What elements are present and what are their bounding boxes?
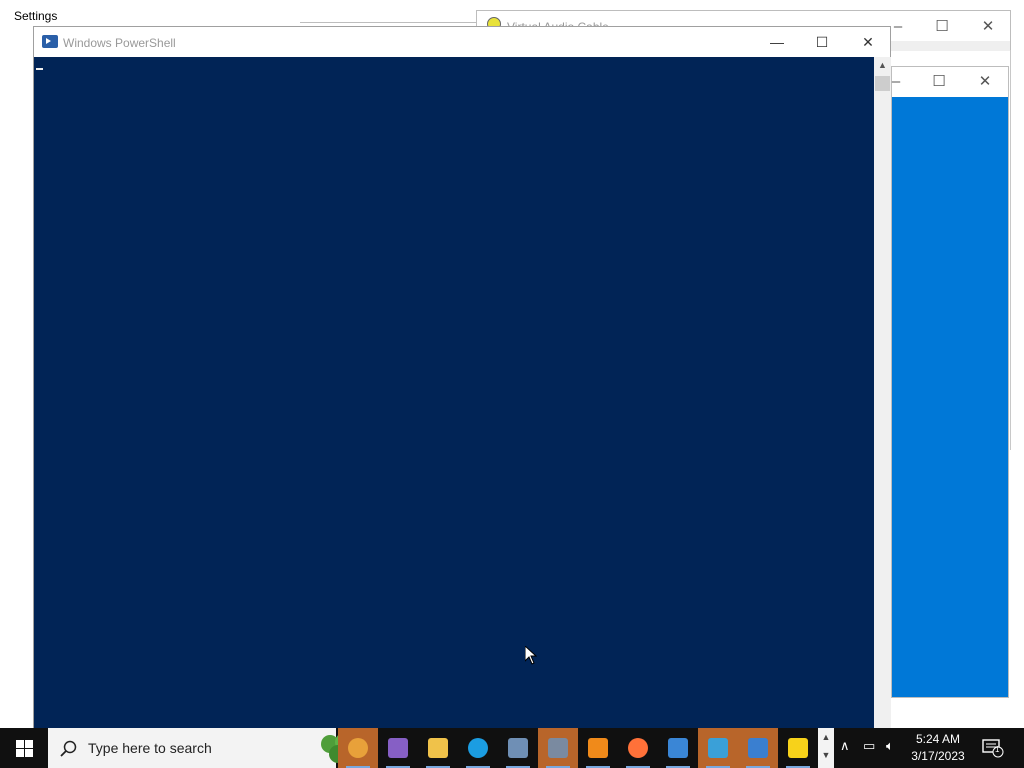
settings-border: [1010, 30, 1011, 450]
taskbar-app-visual-studio[interactable]: [378, 728, 418, 768]
chrome-icon: [348, 738, 368, 758]
store-icon: [668, 738, 688, 758]
blue-window-content: [892, 97, 1008, 697]
search-icon: [60, 740, 77, 757]
scroll-up-arrow-icon[interactable]: ▲: [874, 57, 891, 74]
powershell-title: Windows PowerShell: [63, 36, 176, 50]
visual-studio-icon: [388, 738, 408, 758]
taskbar-app-people[interactable]: [698, 728, 738, 768]
edge-icon: [468, 738, 488, 758]
clock-time: 5:24 AM: [915, 732, 961, 746]
taskbar-app-photos[interactable]: [738, 728, 778, 768]
start-button[interactable]: [0, 728, 48, 768]
sticky-notes-icon: [788, 738, 808, 758]
taskbar-app-file-explorer[interactable]: [418, 728, 458, 768]
powershell-maximize-button[interactable]: ☐: [799, 30, 845, 54]
settings-title: Settings: [14, 9, 58, 23]
blue-window-close-button[interactable]: ✕: [963, 70, 1007, 94]
firefox-icon: [628, 738, 648, 758]
scroll-thumb[interactable]: [875, 76, 890, 91]
window-frame-edge: [300, 22, 480, 23]
console-cursor: [36, 68, 43, 70]
camera-icon: [548, 738, 568, 758]
powershell-icon: [42, 35, 58, 48]
taskbar-clock[interactable]: 5:24 AM 3/17/2023: [906, 731, 970, 765]
clock-date: 3/17/2023: [911, 749, 965, 763]
powershell-scrollbar[interactable]: ▲: [874, 57, 891, 729]
taskbar-app-search-tool[interactable]: [578, 728, 618, 768]
powershell-titlebar[interactable]: Windows PowerShell — ☐ ✕: [34, 27, 890, 57]
vac-maximize-button[interactable]: ☐: [920, 15, 964, 39]
powershell-minimize-button[interactable]: —: [754, 30, 800, 54]
blue-app-window[interactable]: – ☐ ✕: [891, 66, 1009, 698]
taskbar-app-edge[interactable]: [458, 728, 498, 768]
powershell-close-button[interactable]: ✕: [845, 30, 891, 54]
photos-icon: [748, 738, 768, 758]
taskbar-scroll[interactable]: ▲ ▼: [818, 728, 834, 768]
taskbar-app-chrome[interactable]: [338, 728, 378, 768]
people-icon: [708, 738, 728, 758]
show-hidden-icons-chevron-icon[interactable]: ∧: [840, 738, 850, 754]
search-tool-icon: [588, 738, 608, 758]
taskbar-app-sticky-notes[interactable]: [778, 728, 818, 768]
taskbar-app-camera[interactable]: [538, 728, 578, 768]
taskbar-app-firefox[interactable]: [618, 728, 658, 768]
taskbar: Type here to search ▲ ▼ ∧ ▭ 🔈︎ 5:24 AM 3/…: [0, 728, 1024, 768]
taskbar-app-store[interactable]: [658, 728, 698, 768]
powershell-window[interactable]: Windows PowerShell — ☐ ✕ ▲: [33, 26, 891, 729]
windows-logo-icon: [16, 740, 33, 757]
network-icon[interactable]: ▭: [863, 738, 875, 754]
taskbar-app-calculator[interactable]: [498, 728, 538, 768]
notification-count: 1: [995, 745, 1000, 754]
blue-window-titlebar: – ☐ ✕: [892, 67, 1008, 97]
vac-close-button[interactable]: ✕: [966, 15, 1010, 39]
search-placeholder: Type here to search: [88, 740, 212, 756]
notification-center-icon[interactable]: 1: [982, 738, 1004, 758]
taskbar-search-box[interactable]: Type here to search: [48, 728, 371, 768]
powershell-console[interactable]: [34, 57, 874, 729]
blue-window-maximize-button[interactable]: ☐: [917, 70, 961, 94]
volume-icon[interactable]: 🔈︎: [886, 738, 894, 754]
calculator-icon: [508, 738, 528, 758]
file-explorer-icon: [428, 738, 448, 758]
